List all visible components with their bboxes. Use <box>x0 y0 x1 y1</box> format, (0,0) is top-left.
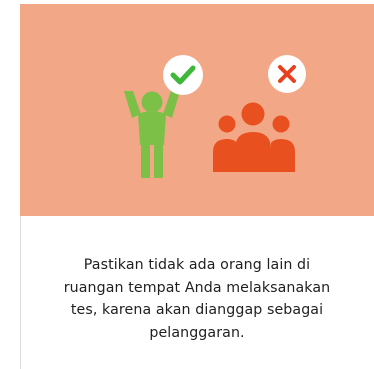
person-arms-up-icon <box>124 91 180 178</box>
close-icon <box>268 55 306 93</box>
group-of-people-icon <box>213 102 295 172</box>
card-divider <box>20 216 21 369</box>
instruction-line: pelanggaran. <box>149 324 245 341</box>
instruction-line: tes, karena akan dianggap sebagai <box>70 302 324 318</box>
instruction-card: Pastikan tidak ada orang lain di ruangan… <box>20 4 374 369</box>
instruction-text: Pastikan tidak ada orang lain di ruangan… <box>20 254 374 344</box>
illustration-banner <box>20 4 374 216</box>
instruction-line: Pastikan tidak ada orang lain di <box>83 257 311 273</box>
rules-illustration <box>124 55 306 178</box>
check-icon <box>163 55 203 95</box>
instruction-line: ruangan tempat Anda melaksanakan <box>63 279 331 296</box>
